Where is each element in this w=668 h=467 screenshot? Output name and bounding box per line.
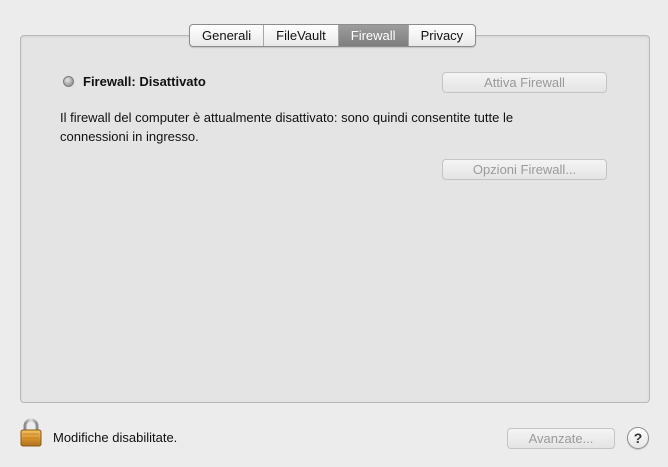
help-button[interactable]: ? (627, 427, 649, 449)
firewall-status-label: Firewall: Disattivato (83, 74, 206, 89)
lock-status-text: Modifiche disabilitate. (53, 430, 178, 445)
firewall-description: Il firewall del computer è attualmente d… (60, 110, 514, 144)
lock-icon[interactable] (19, 417, 43, 447)
tab-bar: Generali FileVault Firewall Privacy (189, 24, 477, 47)
advanced-button[interactable]: Avanzate... (507, 428, 615, 449)
status-indicator-icon (63, 76, 74, 87)
tab-generali[interactable]: Generali (190, 25, 265, 46)
firewall-options-button[interactable]: Opzioni Firewall... (442, 159, 607, 180)
tab-filevault[interactable]: FileVault (264, 25, 339, 46)
tab-privacy[interactable]: Privacy (409, 25, 476, 46)
activate-firewall-button[interactable]: Attiva Firewall (442, 72, 607, 93)
firewall-status: Firewall: Disattivato (63, 74, 206, 89)
tab-firewall[interactable]: Firewall (338, 25, 409, 46)
